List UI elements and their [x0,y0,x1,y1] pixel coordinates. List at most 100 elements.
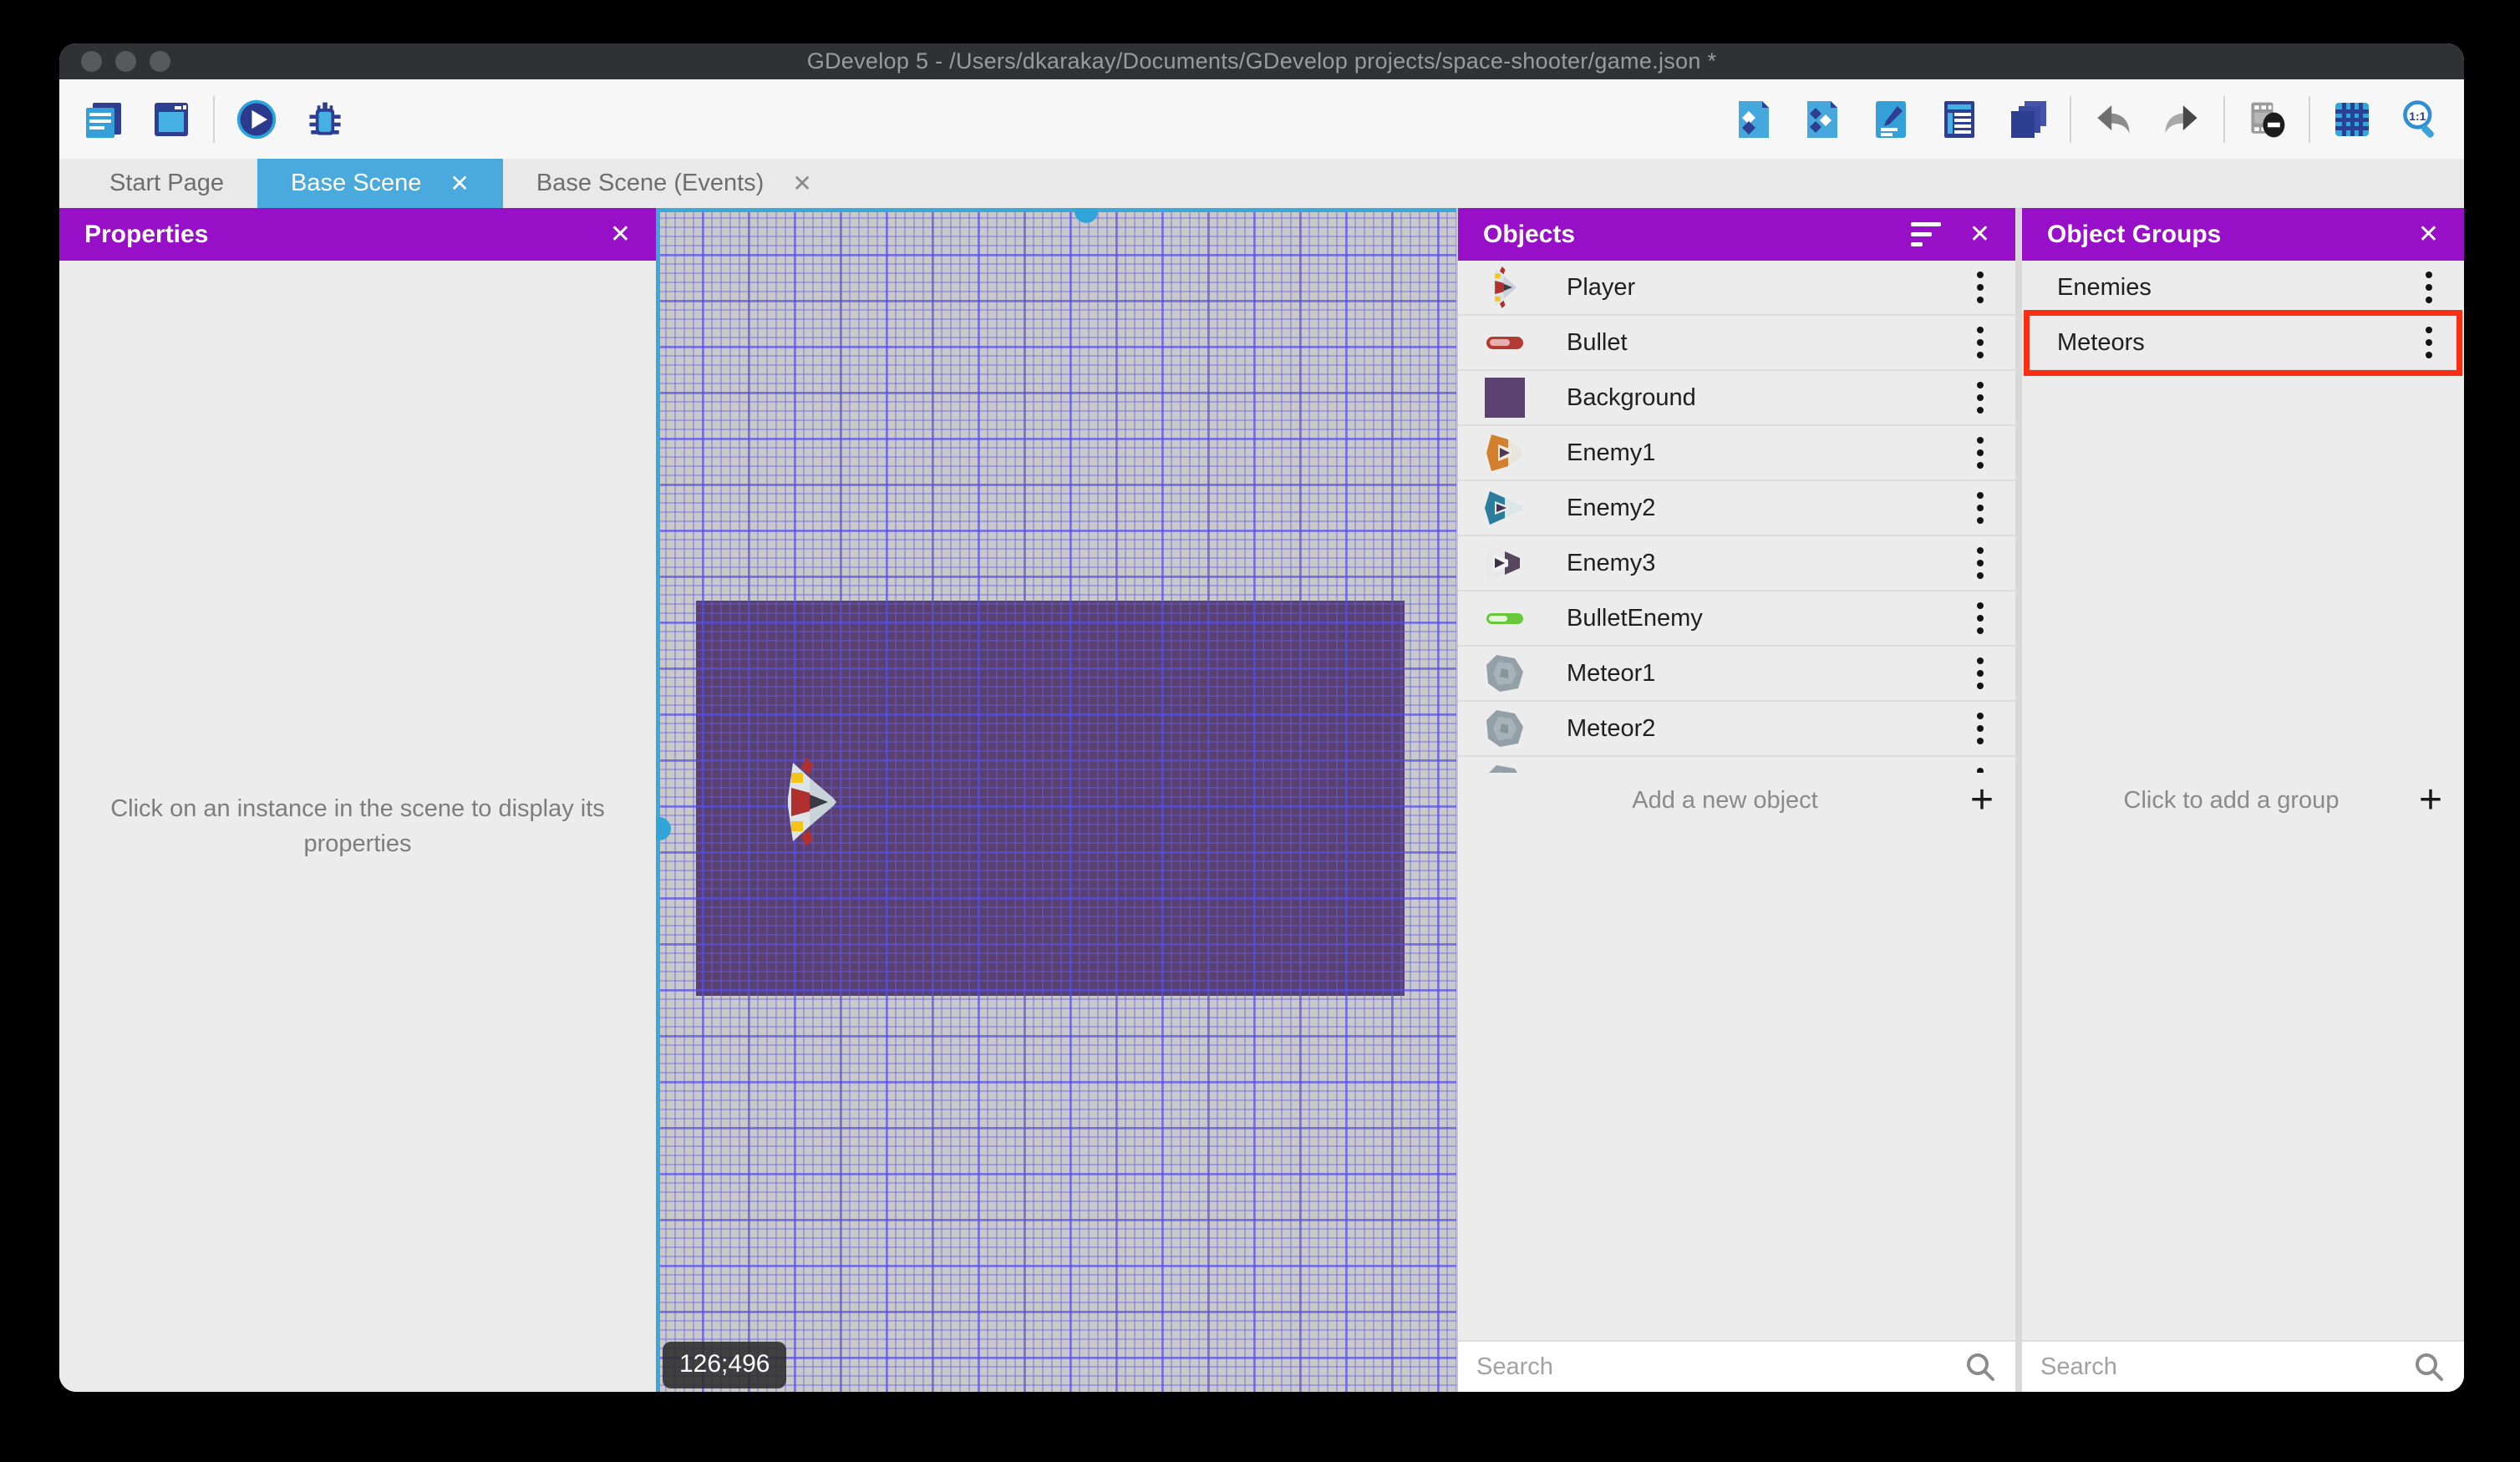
toggle-instances-list-button[interactable] [1936,96,1983,143]
close-tab-icon[interactable]: ✕ [792,170,811,197]
plus-icon[interactable]: + [2419,780,2442,820]
object-row[interactable]: Meteor1 [1458,647,2015,702]
group-row[interactable]: Meteors [2022,316,2464,371]
object-thumbnail-icon [1481,429,1528,476]
group-row[interactable]: Enemies [2022,261,2464,316]
object-name: Meteor2 [1567,714,1656,742]
selection-edge-left [656,208,660,1392]
search-icon [2412,1350,2446,1383]
properties-panel-header: Properties ✕ [59,208,656,261]
object-thumbnail-icon [1481,650,1528,697]
object-thumbnail-icon [1481,264,1528,311]
toggle-mask-button[interactable] [2243,96,2290,143]
groups-search-bar [2022,1340,2464,1392]
kebab-menu-icon[interactable] [1964,544,1997,582]
object-name: Meteor1 [1567,659,1656,687]
object-groups-panel: Object Groups ✕ Enemies Meteors Click to… [2022,208,2464,1392]
tab-start-page[interactable]: Start Page [76,159,257,208]
objects-search-bar [1458,1340,2015,1392]
kebab-menu-icon[interactable] [1964,434,1997,472]
object-row[interactable]: Background [1458,371,2015,426]
redo-button[interactable] [2158,96,2205,143]
object-row[interactable]: Meteor3 [1458,757,2015,773]
object-row[interactable]: Player [1458,261,2015,316]
kebab-menu-icon[interactable] [2412,268,2446,307]
kebab-menu-icon[interactable] [1964,709,1997,748]
object-groups-panel-header: Object Groups ✕ [2022,208,2464,261]
debug-button[interactable] [302,96,348,143]
close-icon[interactable]: ✕ [2418,220,2439,249]
properties-empty-message: Click on an instance in the scene to dis… [110,794,605,857]
close-tab-icon[interactable]: ✕ [450,170,469,197]
selection-edge-top [656,208,1456,212]
object-name: Bullet [1567,328,1628,356]
toggle-object-groups-panel-button[interactable] [1799,96,1846,143]
undo-icon [2091,98,2135,141]
object-groups-list: Enemies Meteors [2022,261,2464,773]
objects-search-input[interactable] [1476,1353,1964,1381]
tab-base-scene[interactable]: Base Scene ✕ [257,159,503,208]
kebab-menu-icon[interactable] [2412,323,2446,362]
object-row[interactable]: Bullet [1458,316,2015,371]
tab-base-scene-events[interactable]: Base Scene (Events) ✕ [503,159,846,208]
objects-panel-header: Objects ✕ [1458,208,2015,261]
tab-label: Start Page [109,170,225,196]
panel-title: Object Groups [2047,220,2222,248]
undo-button[interactable] [2090,96,2136,143]
add-object-label: Add a new object [1632,786,1818,814]
desktop-background: GDevelop 5 - /Users/dkarakay/Documents/G… [0,0,2520,1462]
scene-window-icon [150,98,193,141]
groups-search-input[interactable] [2040,1353,2412,1381]
add-object-row[interactable]: Add a new object + [1458,773,2015,828]
plus-icon[interactable]: + [1970,780,1994,820]
object-row[interactable]: Enemy3 [1458,536,2015,591]
zoom-1-1-icon [2399,98,2442,141]
selection-handle-left[interactable] [656,817,671,840]
filter-icon[interactable] [1910,222,1941,246]
object-thumbnail-icon [1481,319,1528,366]
close-icon[interactable]: ✕ [1969,220,1990,249]
object-row[interactable]: Enemy2 [1458,481,2015,536]
scene-window-button[interactable] [148,96,195,143]
selection-handle-top[interactable] [1075,208,1098,223]
object-name: Background [1567,383,1696,411]
object-row[interactable]: Enemy1 [1458,426,2015,481]
group-name: Meteors [2057,328,2145,356]
panel-title: Properties [84,220,209,248]
add-group-label: Click to add a group [2123,786,2340,814]
object-name: Player [1567,273,1636,301]
add-group-row[interactable]: Click to add a group + [2022,773,2464,828]
search-icon [1964,1350,1997,1383]
layers-panel-icon [2006,98,2050,141]
toggle-grid-button[interactable] [2329,96,2375,143]
project-manager-button[interactable] [79,96,126,143]
group-name: Enemies [2057,273,2152,301]
title-bar: GDevelop 5 - /Users/dkarakay/Documents/G… [59,43,2464,79]
properties-panel-body: Click on an instance in the scene to dis… [59,261,656,1392]
toggle-properties-panel-button[interactable] [1867,96,1914,143]
kebab-menu-icon[interactable] [1964,599,1997,637]
object-row[interactable]: BulletEnemy [1458,591,2015,647]
object-thumbnail-icon [1481,540,1528,586]
launch-preview-button[interactable] [233,96,280,143]
zoom-1-1-button[interactable] [2397,96,2444,143]
kebab-menu-icon[interactable] [1964,654,1997,693]
grid-toggle-icon [2330,98,2374,141]
play-preview-icon [235,98,278,141]
object-name: Enemy2 [1567,494,1656,521]
kebab-menu-icon[interactable] [1964,323,1997,362]
tab-label: Base Scene [291,170,422,196]
kebab-menu-icon[interactable] [1964,378,1997,417]
kebab-menu-icon[interactable] [1964,268,1997,307]
close-icon[interactable]: ✕ [610,220,631,249]
panel-title: Objects [1483,220,1576,248]
player-instance[interactable] [781,756,843,848]
toggle-layers-panel-button[interactable] [2004,96,2051,143]
toggle-objects-panel-button[interactable] [1730,96,1777,143]
scene-canvas[interactable]: 126;496 [656,208,1456,1392]
kebab-menu-icon[interactable] [1964,764,1997,773]
object-thumbnail-icon [1481,374,1528,421]
kebab-menu-icon[interactable] [1964,489,1997,527]
object-row[interactable]: Meteor2 [1458,702,2015,757]
tab-label: Base Scene (Events) [536,170,765,196]
